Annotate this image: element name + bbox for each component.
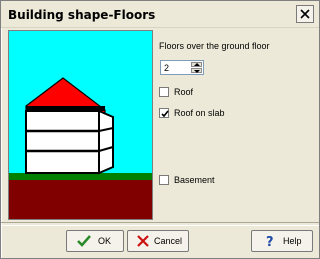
- spinner-buttons: [191, 62, 202, 73]
- triangle-down-icon[interactable]: [191, 68, 202, 73]
- x-icon: [137, 235, 149, 247]
- building-illustration: [9, 31, 152, 219]
- question-mark-icon: ?: [266, 235, 274, 248]
- floors-value[interactable]: 2: [164, 63, 169, 73]
- footer-divider: [1, 222, 319, 226]
- ok-label: OK: [98, 236, 112, 246]
- basement-checkbox[interactable]: [159, 175, 169, 185]
- basement-label[interactable]: Basement: [174, 175, 215, 185]
- roof-label[interactable]: Roof: [174, 87, 193, 97]
- building-preview: [8, 30, 153, 220]
- title-bar: Building shape-Floors: [1, 1, 319, 28]
- help-button[interactable]: ? Help: [251, 230, 313, 252]
- svg-text:?: ?: [266, 235, 274, 248]
- checkmark-icon: [161, 110, 169, 118]
- cancel-label: Cancel: [154, 236, 183, 246]
- building-front-wall: [25, 110, 100, 174]
- roof-on-slab-checkbox[interactable]: [159, 108, 169, 118]
- help-label: Help: [283, 236, 302, 246]
- soil: [9, 180, 152, 219]
- roof-on-slab-label[interactable]: Roof on slab: [174, 108, 225, 118]
- triangle-up-icon[interactable]: [191, 62, 202, 67]
- floors-label: Floors over the ground floor: [159, 41, 270, 51]
- close-button[interactable]: [296, 5, 314, 23]
- window-title: Building shape-Floors: [8, 8, 156, 22]
- close-icon: [300, 9, 310, 19]
- roof-checkbox[interactable]: [159, 87, 169, 97]
- building-side-wall: [98, 109, 114, 175]
- floors-spinner[interactable]: 2: [160, 60, 204, 75]
- checkmark-icon: [77, 235, 91, 247]
- ok-button[interactable]: OK: [66, 230, 124, 252]
- dialog-window: Building shape-Floors Floors over the gr…: [0, 0, 320, 259]
- grass: [9, 173, 152, 180]
- cancel-button[interactable]: Cancel: [127, 230, 189, 252]
